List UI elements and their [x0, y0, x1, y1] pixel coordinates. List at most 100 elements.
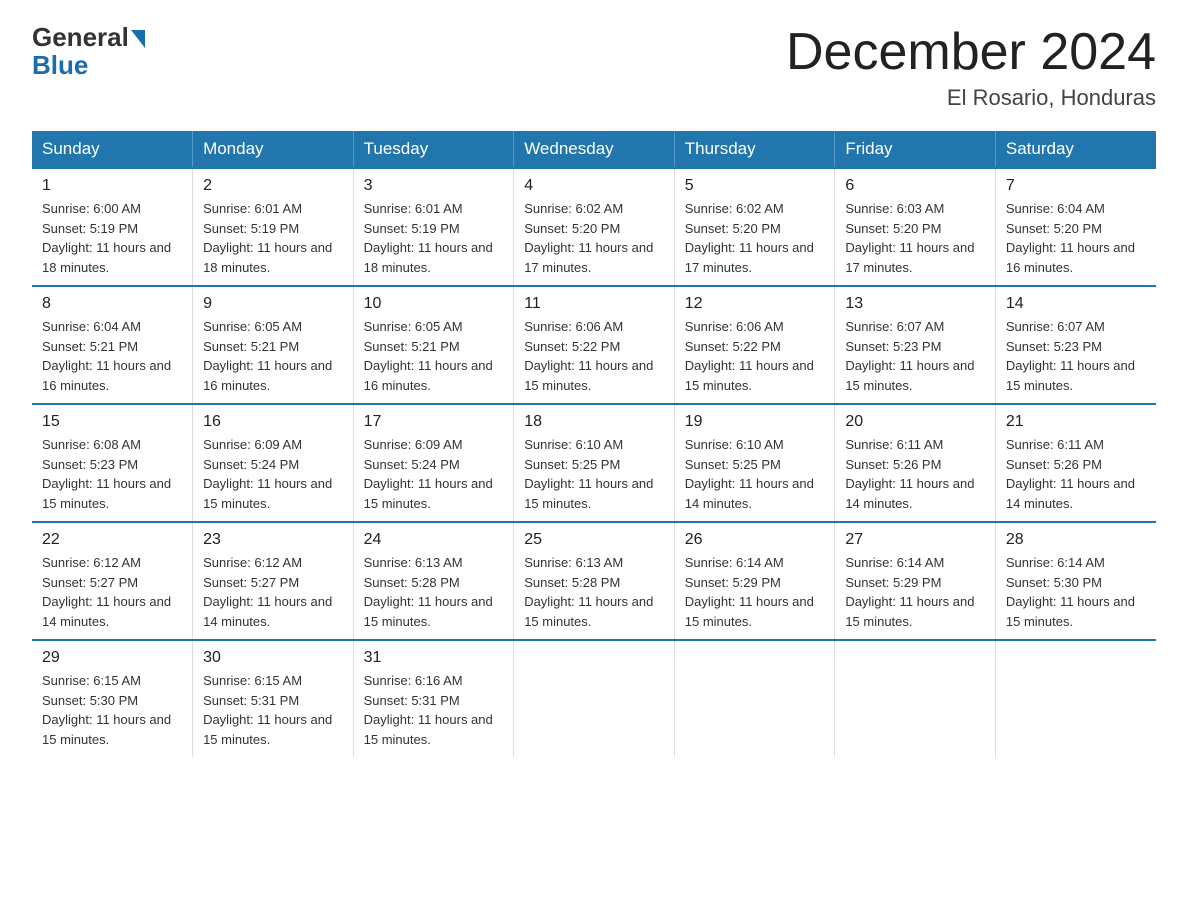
day-number: 30: [203, 649, 343, 667]
day-number: 23: [203, 531, 343, 549]
calendar-cell: 13 Sunrise: 6:07 AMSunset: 5:23 PMDayligh…: [835, 286, 996, 404]
day-info: Sunrise: 6:13 AMSunset: 5:28 PMDaylight:…: [524, 553, 664, 631]
day-number: 7: [1006, 177, 1146, 195]
calendar-week-row: 22 Sunrise: 6:12 AMSunset: 5:27 PMDayligh…: [32, 522, 1156, 640]
day-info: Sunrise: 6:11 AMSunset: 5:26 PMDaylight:…: [1006, 435, 1146, 513]
day-info: Sunrise: 6:09 AMSunset: 5:24 PMDaylight:…: [364, 435, 504, 513]
calendar-cell: 15Sunrise: 6:08 AMSunset: 5:23 PMDayligh…: [32, 404, 193, 522]
day-number: 27: [845, 531, 985, 549]
calendar-cell: 23 Sunrise: 6:12 AMSunset: 5:27 PMDayligh…: [193, 522, 354, 640]
day-number: 8: [42, 295, 182, 313]
day-number: 10: [364, 295, 504, 313]
day-info: Sunrise: 6:04 AMSunset: 5:20 PMDaylight:…: [1006, 199, 1146, 277]
day-info: Sunrise: 6:15 AMSunset: 5:30 PMDaylight:…: [42, 671, 182, 749]
day-number: 6: [845, 177, 985, 195]
header-friday: Friday: [835, 131, 996, 168]
day-info: Sunrise: 6:15 AMSunset: 5:31 PMDaylight:…: [203, 671, 343, 749]
day-number: 25: [524, 531, 664, 549]
logo: General Blue: [32, 24, 145, 81]
day-info: Sunrise: 6:13 AMSunset: 5:28 PMDaylight:…: [364, 553, 504, 631]
day-number: 9: [203, 295, 343, 313]
day-info: Sunrise: 6:14 AMSunset: 5:29 PMDaylight:…: [685, 553, 825, 631]
day-number: 20: [845, 413, 985, 431]
calendar-cell: 8Sunrise: 6:04 AMSunset: 5:21 PMDaylight…: [32, 286, 193, 404]
calendar-cell: 30 Sunrise: 6:15 AMSunset: 5:31 PMDayligh…: [193, 640, 354, 757]
day-number: 3: [364, 177, 504, 195]
day-number: 17: [364, 413, 504, 431]
day-info: Sunrise: 6:05 AMSunset: 5:21 PMDaylight:…: [364, 317, 504, 395]
day-number: 31: [364, 649, 504, 667]
calendar-cell: 7 Sunrise: 6:04 AMSunset: 5:20 PMDaylight…: [995, 168, 1156, 286]
logo-arrow-icon: [131, 30, 145, 48]
day-info: Sunrise: 6:16 AMSunset: 5:31 PMDaylight:…: [364, 671, 504, 749]
calendar-cell: 21 Sunrise: 6:11 AMSunset: 5:26 PMDayligh…: [995, 404, 1156, 522]
month-title: December 2024: [786, 24, 1156, 81]
calendar-cell: 14 Sunrise: 6:07 AMSunset: 5:23 PMDayligh…: [995, 286, 1156, 404]
calendar-cell: 2Sunrise: 6:01 AMSunset: 5:19 PMDaylight…: [193, 168, 354, 286]
calendar-cell: 27Sunrise: 6:14 AMSunset: 5:29 PMDayligh…: [835, 522, 996, 640]
header-saturday: Saturday: [995, 131, 1156, 168]
page-header: General Blue December 2024 El Rosario, H…: [32, 24, 1156, 111]
day-info: Sunrise: 6:01 AMSunset: 5:19 PMDaylight:…: [364, 199, 504, 277]
header-wednesday: Wednesday: [514, 131, 675, 168]
location-subtitle: El Rosario, Honduras: [786, 85, 1156, 111]
header-monday: Monday: [193, 131, 354, 168]
calendar-cell: [674, 640, 835, 757]
day-number: 22: [42, 531, 182, 549]
day-number: 28: [1006, 531, 1146, 549]
calendar-cell: [995, 640, 1156, 757]
calendar-cell: 11 Sunrise: 6:06 AMSunset: 5:22 PMDayligh…: [514, 286, 675, 404]
calendar-cell: 9 Sunrise: 6:05 AMSunset: 5:21 PMDaylight…: [193, 286, 354, 404]
calendar-week-row: 1Sunrise: 6:00 AMSunset: 5:19 PMDaylight…: [32, 168, 1156, 286]
day-info: Sunrise: 6:10 AMSunset: 5:25 PMDaylight:…: [685, 435, 825, 513]
calendar-cell: 3 Sunrise: 6:01 AMSunset: 5:19 PMDaylight…: [353, 168, 514, 286]
day-info: Sunrise: 6:07 AMSunset: 5:23 PMDaylight:…: [845, 317, 985, 395]
day-info: Sunrise: 6:06 AMSunset: 5:22 PMDaylight:…: [524, 317, 664, 395]
calendar-cell: [835, 640, 996, 757]
calendar-cell: 22 Sunrise: 6:12 AMSunset: 5:27 PMDayligh…: [32, 522, 193, 640]
header-thursday: Thursday: [674, 131, 835, 168]
calendar-week-row: 29 Sunrise: 6:15 AMSunset: 5:30 PMDayligh…: [32, 640, 1156, 757]
day-info: Sunrise: 6:07 AMSunset: 5:23 PMDaylight:…: [1006, 317, 1146, 395]
calendar-cell: 1Sunrise: 6:00 AMSunset: 5:19 PMDaylight…: [32, 168, 193, 286]
logo-blue-text: Blue: [32, 50, 88, 80]
calendar-cell: 18 Sunrise: 6:10 AMSunset: 5:25 PMDayligh…: [514, 404, 675, 522]
day-number: 18: [524, 413, 664, 431]
calendar-cell: 31 Sunrise: 6:16 AMSunset: 5:31 PMDayligh…: [353, 640, 514, 757]
calendar-cell: 26 Sunrise: 6:14 AMSunset: 5:29 PMDayligh…: [674, 522, 835, 640]
calendar-cell: [514, 640, 675, 757]
day-number: 12: [685, 295, 825, 313]
calendar-cell: 5Sunrise: 6:02 AMSunset: 5:20 PMDaylight…: [674, 168, 835, 286]
day-info: Sunrise: 6:12 AMSunset: 5:27 PMDaylight:…: [203, 553, 343, 631]
logo-general-text: General: [32, 24, 129, 50]
day-number: 29: [42, 649, 182, 667]
day-info: Sunrise: 6:11 AMSunset: 5:26 PMDaylight:…: [845, 435, 985, 513]
day-info: Sunrise: 6:06 AMSunset: 5:22 PMDaylight:…: [685, 317, 825, 395]
day-number: 14: [1006, 295, 1146, 313]
day-info: Sunrise: 6:01 AMSunset: 5:19 PMDaylight:…: [203, 199, 343, 277]
day-number: 21: [1006, 413, 1146, 431]
day-info: Sunrise: 6:12 AMSunset: 5:27 PMDaylight:…: [42, 553, 182, 631]
day-info: Sunrise: 6:05 AMSunset: 5:21 PMDaylight:…: [203, 317, 343, 395]
title-block: December 2024 El Rosario, Honduras: [786, 24, 1156, 111]
calendar-cell: 6 Sunrise: 6:03 AMSunset: 5:20 PMDaylight…: [835, 168, 996, 286]
day-info: Sunrise: 6:03 AMSunset: 5:20 PMDaylight:…: [845, 199, 985, 277]
day-number: 26: [685, 531, 825, 549]
calendar-header-row: SundayMondayTuesdayWednesdayThursdayFrid…: [32, 131, 1156, 168]
day-info: Sunrise: 6:14 AMSunset: 5:30 PMDaylight:…: [1006, 553, 1146, 631]
calendar-cell: 19 Sunrise: 6:10 AMSunset: 5:25 PMDayligh…: [674, 404, 835, 522]
calendar-cell: 16 Sunrise: 6:09 AMSunset: 5:24 PMDayligh…: [193, 404, 354, 522]
day-info: Sunrise: 6:02 AMSunset: 5:20 PMDaylight:…: [524, 199, 664, 277]
day-info: Sunrise: 6:09 AMSunset: 5:24 PMDaylight:…: [203, 435, 343, 513]
day-info: Sunrise: 6:10 AMSunset: 5:25 PMDaylight:…: [524, 435, 664, 513]
day-number: 16: [203, 413, 343, 431]
header-tuesday: Tuesday: [353, 131, 514, 168]
day-number: 11: [524, 295, 664, 313]
calendar-table: SundayMondayTuesdayWednesdayThursdayFrid…: [32, 131, 1156, 757]
day-number: 13: [845, 295, 985, 313]
day-number: 19: [685, 413, 825, 431]
day-number: 5: [685, 177, 825, 195]
calendar-cell: 29 Sunrise: 6:15 AMSunset: 5:30 PMDayligh…: [32, 640, 193, 757]
calendar-cell: 20 Sunrise: 6:11 AMSunset: 5:26 PMDayligh…: [835, 404, 996, 522]
calendar-cell: 12 Sunrise: 6:06 AMSunset: 5:22 PMDayligh…: [674, 286, 835, 404]
